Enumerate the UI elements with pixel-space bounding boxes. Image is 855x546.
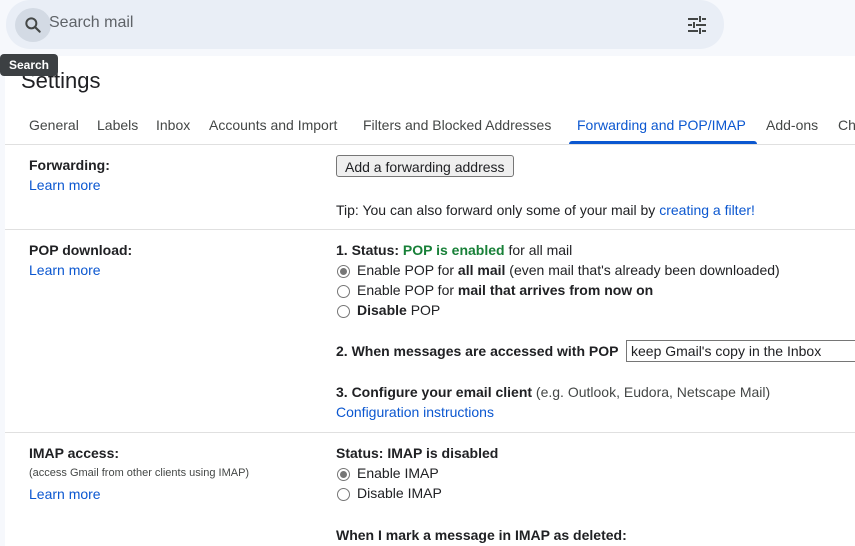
pop-status-prefix: 1. Status: xyxy=(336,242,403,258)
section-divider xyxy=(5,229,855,230)
search-tooltip: Search xyxy=(0,54,58,76)
tune-icon xyxy=(688,16,706,34)
radio-disable-imap[interactable] xyxy=(337,488,350,501)
tabs-divider xyxy=(5,144,855,145)
forwarding-tip-text: Tip: You can also forward only some of y… xyxy=(336,202,660,218)
configure-client-label: 3. Configure your email client xyxy=(336,384,533,400)
add-forwarding-address-button[interactable]: Add a forwarding address xyxy=(336,155,514,177)
section-divider xyxy=(5,432,855,433)
tab-labels[interactable]: Labels xyxy=(97,117,138,133)
search-options-button[interactable] xyxy=(685,13,709,37)
tab-filters-and-blocked-addresses[interactable]: Filters and Blocked Addresses xyxy=(363,117,551,133)
tab-chat-and-meet[interactable]: Ch xyxy=(838,117,855,133)
option-text: Enable POP for xyxy=(357,262,458,278)
tab-accounts-and-import[interactable]: Accounts and Import xyxy=(209,117,337,133)
tab-inbox[interactable]: Inbox xyxy=(156,117,190,133)
pop-action-select[interactable]: keep Gmail's copy in the Inbox xyxy=(626,340,855,362)
option-text: (even mail that's already been downloade… xyxy=(505,262,780,278)
search-button[interactable] xyxy=(15,8,51,42)
option-text: POP xyxy=(406,302,441,318)
when-accessed-label: 2. When messages are accessed with POP xyxy=(336,343,619,359)
imap-delete-behavior-label: When I mark a message in IMAP as deleted… xyxy=(336,527,627,543)
pop-download-label: POP download: xyxy=(29,242,133,258)
imap-status: Status: IMAP is disabled xyxy=(336,445,499,461)
forwarding-tip: Tip: You can also forward only some of y… xyxy=(336,202,755,218)
configuration-instructions-link[interactable]: Configuration instructions xyxy=(336,404,494,420)
option-text-bold: all mail xyxy=(457,262,506,278)
pop-status-value: POP is enabled xyxy=(402,242,505,258)
pop-learn-more-link[interactable]: Learn more xyxy=(29,262,101,278)
option-disable-pop[interactable]: Disable POP xyxy=(357,302,440,318)
radio-enable-pop-all-mail[interactable] xyxy=(337,265,350,278)
forwarding-label: Forwarding: xyxy=(29,157,110,173)
settings-tabs: General Labels Inbox Accounts and Import… xyxy=(0,108,855,144)
radio-enable-imap[interactable] xyxy=(337,468,350,481)
pop-status-suffix: for all mail xyxy=(504,242,573,258)
option-disable-imap[interactable]: Disable IMAP xyxy=(357,485,442,501)
radio-enable-pop-from-now-on[interactable] xyxy=(337,285,350,298)
imap-access-label: IMAP access: xyxy=(29,445,120,461)
imap-learn-more-link[interactable]: Learn more xyxy=(29,486,101,502)
option-text-bold: Disable xyxy=(357,302,407,318)
option-enable-imap[interactable]: Enable IMAP xyxy=(357,465,439,481)
configure-client-hint: (e.g. Outlook, Eudora, Netscape Mail) xyxy=(532,384,771,400)
search-icon xyxy=(25,17,41,33)
option-enable-pop-all-mail[interactable]: Enable POP for all mail (even mail that'… xyxy=(357,262,780,278)
option-enable-pop-from-now-on[interactable]: Enable POP for mail that arrives from no… xyxy=(357,282,653,298)
tab-add-ons[interactable]: Add-ons xyxy=(766,117,818,133)
tab-forwarding-and-pop-imap[interactable]: Forwarding and POP/IMAP xyxy=(577,117,746,133)
creating-a-filter-link[interactable]: creating a filter! xyxy=(659,202,755,218)
imap-access-sublabel: (access Gmail from other clients using I… xyxy=(29,467,250,479)
configure-client: 3. Configure your email client (e.g. Out… xyxy=(336,384,770,400)
option-text-bold: mail that arrives from now on xyxy=(457,282,654,298)
search-bar[interactable]: Search mail xyxy=(6,0,724,49)
radio-disable-pop[interactable] xyxy=(337,305,350,318)
tab-general[interactable]: General xyxy=(29,117,79,133)
pop-status: 1. Status: POP is enabled for all mail xyxy=(336,242,572,258)
option-text: Enable POP for xyxy=(357,282,458,298)
forwarding-learn-more-link[interactable]: Learn more xyxy=(29,177,101,193)
search-input[interactable]: Search mail xyxy=(49,14,133,32)
